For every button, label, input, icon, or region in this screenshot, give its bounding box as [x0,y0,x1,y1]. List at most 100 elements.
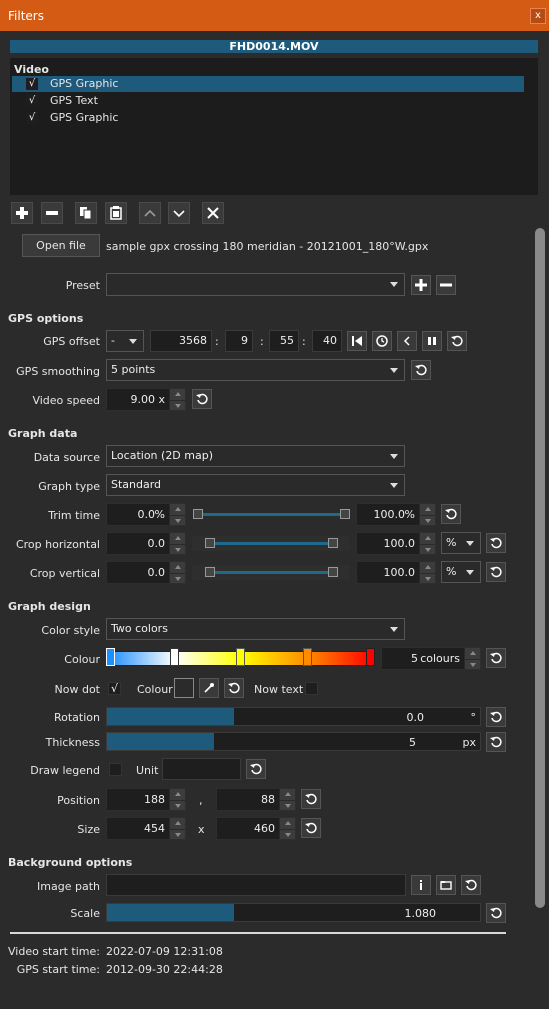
reset-rotation-button[interactable] [486,707,506,727]
crop-h-start-spinbox[interactable]: 0.0 [106,532,186,555]
thickness-slider[interactable]: 5 px [106,732,481,751]
delete-preset-button[interactable] [436,275,456,295]
reset-position-button[interactable] [301,789,321,809]
trim-end-spinbox[interactable]: 100.0 % [356,503,436,526]
spin-up-arrow[interactable] [169,504,185,515]
reset-legend-button[interactable] [246,759,266,779]
crop-v-end-handle[interactable] [328,567,338,577]
reset-scale-button[interactable] [486,903,506,923]
filter-enabled-checkbox[interactable]: √ [26,112,38,124]
gps-offset-minutes-field[interactable]: 55 [269,330,299,352]
sync-time-button[interactable] [372,331,392,351]
crop-h-range-track[interactable] [210,542,335,545]
spin-down-arrow[interactable] [169,799,185,810]
crop-h-end-spinbox[interactable]: 100.0 [356,532,436,555]
spin-up-arrow[interactable] [169,389,185,400]
colour-picker-button[interactable] [199,678,219,698]
filter-enabled-checkbox[interactable]: √ [26,78,38,90]
image-path-field[interactable] [106,874,406,896]
spin-down-arrow[interactable] [279,828,295,839]
trim-start-spinbox[interactable]: 0.0 % [106,503,186,526]
spin-up-arrow[interactable] [279,789,295,800]
browse-image-button[interactable] [436,875,456,895]
crop-h-end-handle[interactable] [328,538,338,548]
spin-down-arrow[interactable] [169,399,185,410]
rotation-slider[interactable]: 0.0 ° [106,707,481,726]
crop-v-start-spinbox[interactable]: 0.0 [106,561,186,584]
pause-button[interactable] [422,331,442,351]
color-style-dropdown[interactable]: Two colors [106,618,405,640]
deselect-filter-button[interactable] [202,202,224,224]
gps-offset-sign-dropdown[interactable]: - [106,330,144,352]
spin-up-arrow[interactable] [419,562,435,573]
scale-slider[interactable]: 1.080 [106,903,481,922]
colour-count-spinbox[interactable]: 5 colours [381,647,481,670]
crop-h-start-handle[interactable] [205,538,215,548]
trim-start-handle[interactable] [193,509,203,519]
data-source-dropdown[interactable]: Location (2D map) [106,445,405,467]
position-y-spinbox[interactable]: 88 [216,788,296,811]
spin-up-arrow[interactable] [169,562,185,573]
gradient-stop-handle[interactable] [236,648,245,666]
copy-filter-button[interactable] [75,202,97,224]
scrollbar-thumb[interactable] [535,228,545,908]
now-text-checkbox[interactable] [305,682,318,695]
crop-v-start-handle[interactable] [205,567,215,577]
reset-crop-h-button[interactable] [486,533,506,553]
spin-down-arrow[interactable] [169,828,185,839]
size-height-spinbox[interactable]: 460 [216,817,296,840]
reset-colour-button[interactable] [486,648,506,668]
preset-dropdown[interactable] [106,273,405,296]
offset-back-button[interactable] [397,331,417,351]
video-speed-spinbox[interactable]: 9.00 x [106,388,186,411]
gps-offset-days-field[interactable]: 3568 [150,330,212,352]
spin-up-arrow[interactable] [419,533,435,544]
gradient-stop-handle[interactable] [170,648,179,666]
gps-smoothing-dropdown[interactable]: 5 points [106,359,405,381]
paste-filter-button[interactable] [105,202,127,224]
reset-image-path-button[interactable] [461,875,481,895]
filter-item-gps-graphic[interactable]: √ GPS Graphic [12,76,524,92]
sync-start-button[interactable] [347,331,367,351]
reset-thickness-button[interactable] [486,732,506,752]
crop-v-unit-dropdown[interactable]: % [441,561,481,583]
size-width-spinbox[interactable]: 454 [106,817,186,840]
spin-down-arrow[interactable] [464,658,480,669]
spin-up-arrow[interactable] [279,818,295,829]
gps-offset-hours-field[interactable]: 9 [225,330,253,352]
filter-item-gps-graphic-2[interactable]: √ GPS Graphic [12,110,524,126]
draw-legend-checkbox[interactable] [109,763,122,776]
add-filter-button[interactable] [11,202,33,224]
filter-enabled-checkbox[interactable]: √ [26,95,38,107]
crop-h-unit-dropdown[interactable]: % [441,532,481,554]
trim-end-handle[interactable] [340,509,350,519]
gps-offset-seconds-field[interactable]: 40 [312,330,342,352]
close-window-button[interactable]: x [530,8,546,24]
reset-crop-v-button[interactable] [486,562,506,582]
spin-up-arrow[interactable] [464,648,480,659]
spin-down-arrow[interactable] [419,572,435,583]
reset-speed-button[interactable] [192,389,212,409]
remove-filter-button[interactable] [41,202,63,224]
reset-smoothing-button[interactable] [411,360,431,380]
spin-up-arrow[interactable] [169,818,185,829]
vertical-scrollbar[interactable] [533,228,546,998]
reset-offset-button[interactable] [447,331,467,351]
trim-range-track[interactable] [198,513,346,516]
reset-size-button[interactable] [301,818,321,838]
spin-down-arrow[interactable] [419,543,435,554]
save-preset-button[interactable] [411,275,431,295]
open-file-button[interactable]: Open file [22,234,100,257]
spin-up-arrow[interactable] [169,533,185,544]
gradient-stop-handle[interactable] [366,648,375,666]
now-dot-checkbox[interactable]: √ [108,682,121,695]
spin-up-arrow[interactable] [419,504,435,515]
reset-now-dot-button[interactable] [224,678,244,698]
spin-down-arrow[interactable] [169,572,185,583]
gradient-stop-handle[interactable] [303,648,312,666]
unit-field[interactable] [162,758,241,780]
crop-v-end-spinbox[interactable]: 100.0 [356,561,436,584]
position-x-spinbox[interactable]: 188 [106,788,186,811]
spin-up-arrow[interactable] [169,789,185,800]
now-dot-colour-swatch[interactable] [174,678,194,698]
